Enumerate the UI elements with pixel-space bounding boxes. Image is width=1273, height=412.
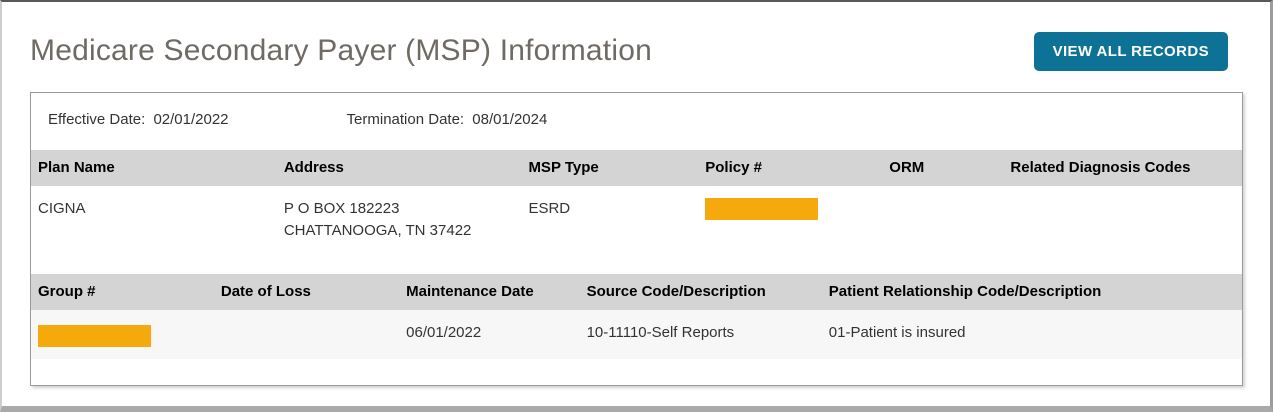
cell-source-code-description: 10-11110-Self Reports [579, 310, 822, 359]
cell-patient-relationship-code-description: 01-Patient is insured [821, 310, 1242, 359]
column-header-related-diagnosis-codes: Related Diagnosis Codes [1003, 150, 1242, 186]
plan-table-header-row: Plan Name Address MSP Type Policy # ORM … [31, 150, 1242, 186]
cell-msp-type: ESRD [528, 200, 571, 217]
dates-row: Effective Date: 02/01/2022 Termination D… [31, 93, 1242, 150]
view-all-records-button[interactable]: VIEW ALL RECORDS [1033, 31, 1228, 71]
redacted-group-number [38, 325, 151, 347]
cell-group-number [31, 310, 214, 359]
column-header-plan-name: Plan Name [31, 150, 277, 186]
msp-information-content: Medicare Secondary Payer (MSP) Informati… [2, 30, 1270, 386]
column-header-orm: ORM [882, 150, 1004, 186]
termination-date: Termination Date: 08/01/2024 [347, 110, 548, 129]
cell-orm [882, 186, 1003, 274]
column-header-msp-type: MSP Type [521, 150, 699, 186]
detail-table: Group # Date of Loss Maintenance Date So… [31, 274, 1242, 359]
termination-date-label: Termination Date: [346, 111, 465, 128]
cell-plan-name: CIGNA [38, 200, 86, 217]
address-line-1: P O BOX 182223 [283, 200, 400, 217]
column-header-date-of-loss: Date of Loss [213, 274, 400, 310]
address-line-2: CHATTANOOGA, TN 37422 [283, 222, 472, 239]
detail-table-row: 06/01/2022 10-11110-Self Reports 01-Pati… [31, 310, 1242, 359]
column-header-group-number: Group # [31, 274, 214, 310]
detail-table-header-row: Group # Date of Loss Maintenance Date So… [31, 274, 1242, 310]
effective-date-value: 02/01/2022 [153, 111, 229, 128]
cell-policy-number [698, 186, 882, 274]
column-header-address: Address [276, 150, 522, 186]
column-header-source-code-description: Source Code/Description [579, 274, 822, 310]
cell-date-of-loss [213, 310, 400, 359]
effective-date: Effective Date: 02/01/2022 [48, 110, 229, 129]
cell-related-diagnosis-codes [1003, 186, 1242, 274]
column-header-policy-number: Policy # [698, 150, 883, 186]
plan-table: Plan Name Address MSP Type Policy # ORM … [31, 150, 1242, 274]
effective-date-label: Effective Date: [48, 111, 146, 128]
redacted-policy-number [705, 198, 819, 220]
header-bar: Medicare Secondary Payer (MSP) Informati… [30, 30, 1243, 72]
column-header-maintenance-date: Maintenance Date [399, 274, 580, 310]
termination-date-value: 08/01/2024 [472, 111, 548, 128]
column-header-patient-relationship-code-description: Patient Relationship Code/Description [821, 274, 1242, 310]
msp-information-window: Medicare Secondary Payer (MSP) Informati… [0, 0, 1273, 412]
cell-maintenance-date: 06/01/2022 [399, 310, 580, 359]
msp-record-panel: Effective Date: 02/01/2022 Termination D… [30, 92, 1243, 386]
page-title: Medicare Secondary Payer (MSP) Informati… [30, 34, 652, 67]
cell-address: P O BOX 182223 CHATTANOOGA, TN 37422 [277, 186, 522, 274]
plan-table-row: CIGNA P O BOX 182223 CHATTANOOGA, TN 374… [31, 186, 1242, 274]
